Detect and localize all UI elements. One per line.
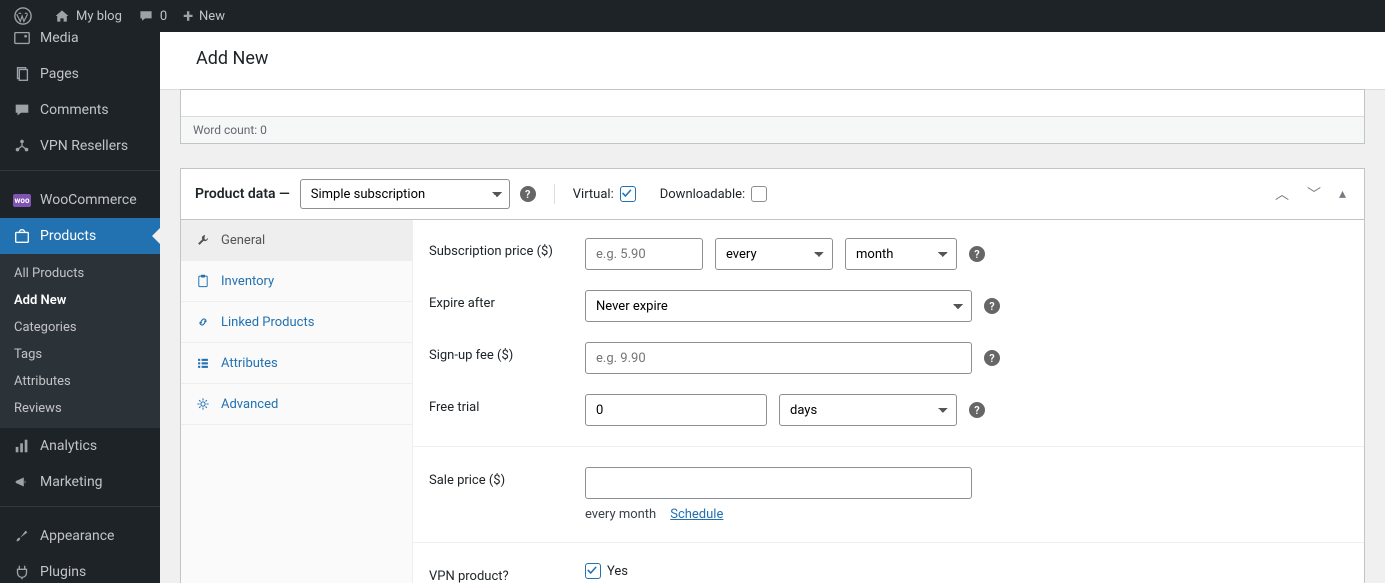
expire-after-select[interactable]: Never expire <box>585 290 972 322</box>
field-vpn-product: VPN product? Yes <box>429 563 1348 583</box>
move-down-icon[interactable]: ﹀ <box>1303 184 1325 204</box>
help-icon[interactable]: ? <box>969 246 985 262</box>
brush-icon <box>12 526 32 546</box>
virtual-checkbox[interactable] <box>620 186 636 202</box>
virtual-toggle[interactable]: Virtual: <box>573 186 636 202</box>
subscription-period-select[interactable]: month <box>845 238 957 270</box>
sidebar-item-products[interactable]: Products <box>0 218 160 254</box>
comment-icon <box>138 8 154 24</box>
sidebar-item-vpn-resellers[interactable]: VPN Resellers <box>0 128 160 164</box>
home-icon <box>54 8 70 24</box>
sidebar-item-analytics[interactable]: Analytics <box>0 428 160 464</box>
sale-price-input[interactable] <box>585 467 972 499</box>
product-data-header: Product data — Simple subscription ? Vir… <box>181 169 1364 220</box>
subscription-interval-select[interactable]: every <box>715 238 833 270</box>
field-subscription-price: Subscription price ($) every month ? <box>429 238 1348 270</box>
product-type-select[interactable]: Simple subscription <box>300 179 510 209</box>
page-title: Add New <box>196 48 1365 69</box>
schedule-link[interactable]: Schedule <box>670 507 723 522</box>
help-icon[interactable]: ? <box>984 298 1000 314</box>
wp-logo[interactable] <box>6 0 46 32</box>
field-expire-after: Expire after Never expire ? <box>429 290 1348 322</box>
products-submenu: All Products Add New Categories Tags Att… <box>0 254 160 428</box>
vpn-product-value: Yes <box>607 564 628 579</box>
admin-sidebar: Media Pages Comments VPN Resellers woo W… <box>0 32 160 583</box>
word-count: Word count: 0 <box>181 116 1364 143</box>
analytics-icon <box>12 436 32 456</box>
media-icon <box>12 32 32 48</box>
tab-inventory[interactable]: Inventory <box>181 261 412 302</box>
sidebar-item-marketing[interactable]: Marketing <box>0 464 160 500</box>
downloadable-label: Downloadable: <box>660 187 745 202</box>
product-data-tabs: General Inventory Linked Products Attrib… <box>181 220 413 583</box>
clipboard-icon <box>195 273 211 289</box>
field-free-trial: Free trial days ? <box>429 394 1348 426</box>
vpn-product-checkbox[interactable] <box>585 563 601 579</box>
field-sale-price: Sale price ($) every month Schedule <box>429 467 1348 522</box>
subscription-price-input[interactable] <box>585 238 703 270</box>
help-icon[interactable]: ? <box>969 402 985 418</box>
product-data-title: Product data — <box>195 186 290 202</box>
comments-count: 0 <box>160 9 167 24</box>
free-trial-unit-select[interactable]: days <box>779 394 957 426</box>
admin-bar: My blog 0 + New <box>0 0 1385 32</box>
sidebar-item-media[interactable]: Media <box>0 32 160 56</box>
collapse-icon[interactable]: ▴ <box>1335 186 1350 202</box>
new-link[interactable]: + New <box>175 0 233 32</box>
comment-icon <box>12 100 32 120</box>
new-label: New <box>199 9 225 24</box>
woocommerce-icon: woo <box>12 190 32 210</box>
page-header: Add New <box>160 32 1385 90</box>
description-editor[interactable]: Word count: 0 <box>180 89 1365 144</box>
sidebar-item-comments[interactable]: Comments <box>0 92 160 128</box>
page-icon <box>12 64 32 84</box>
sidebar-sub-all-products[interactable]: All Products <box>0 260 160 287</box>
site-name: My blog <box>76 9 122 24</box>
sidebar-sub-categories[interactable]: Categories <box>0 314 160 341</box>
megaphone-icon <box>12 472 32 492</box>
help-icon[interactable]: ? <box>520 186 536 202</box>
product-data-box: Product data — Simple subscription ? Vir… <box>180 168 1365 583</box>
sidebar-sub-reviews[interactable]: Reviews <box>0 395 160 422</box>
downloadable-checkbox[interactable] <box>751 186 767 202</box>
sale-price-hint: every month <box>585 507 656 522</box>
sidebar-item-appearance[interactable]: Appearance <box>0 518 160 554</box>
move-up-icon[interactable]: ︿ <box>1271 184 1293 204</box>
plug-icon <box>12 562 32 582</box>
sidebar-item-woocommerce[interactable]: woo WooCommerce <box>0 182 160 218</box>
link-icon <box>195 314 211 330</box>
virtual-label: Virtual: <box>573 187 614 202</box>
signup-fee-input[interactable] <box>585 342 972 374</box>
vpn-product-toggle[interactable]: Yes <box>585 563 628 579</box>
plus-icon: + <box>183 6 193 27</box>
tab-attributes[interactable]: Attributes <box>181 343 412 384</box>
field-signup-fee: Sign-up fee ($) ? <box>429 342 1348 374</box>
gear-icon <box>195 396 211 412</box>
help-icon[interactable]: ? <box>984 350 1000 366</box>
free-trial-input[interactable] <box>585 394 767 426</box>
comments-link[interactable]: 0 <box>130 0 175 32</box>
tab-advanced[interactable]: Advanced <box>181 384 412 425</box>
sidebar-sub-attributes[interactable]: Attributes <box>0 368 160 395</box>
downloadable-toggle[interactable]: Downloadable: <box>660 186 767 202</box>
sidebar-sub-tags[interactable]: Tags <box>0 341 160 368</box>
products-icon <box>12 226 32 246</box>
sidebar-item-plugins[interactable]: Plugins <box>0 554 160 583</box>
tab-general[interactable]: General <box>181 220 412 261</box>
sidebar-sub-add-new[interactable]: Add New <box>0 287 160 314</box>
tab-linked-products[interactable]: Linked Products <box>181 302 412 343</box>
sidebar-item-pages[interactable]: Pages <box>0 56 160 92</box>
site-link[interactable]: My blog <box>46 0 130 32</box>
network-icon <box>12 136 32 156</box>
list-icon <box>195 355 211 371</box>
general-panel: Subscription price ($) every month ? Exp… <box>413 220 1364 583</box>
wordpress-icon <box>14 7 32 25</box>
wrench-icon <box>195 232 211 248</box>
main-content: Add New Word count: 0 Product data — Sim… <box>160 32 1385 583</box>
